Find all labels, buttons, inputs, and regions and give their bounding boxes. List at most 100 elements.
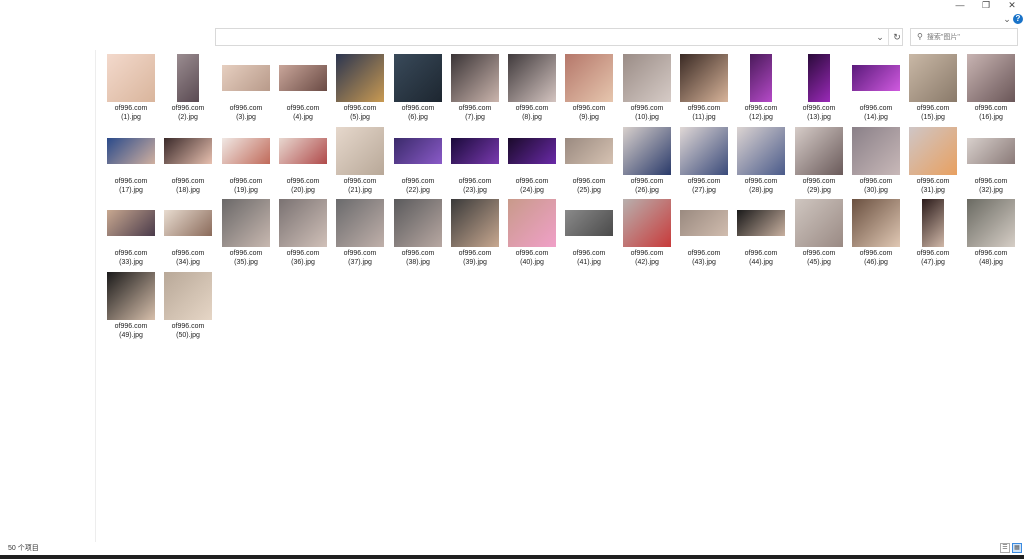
file-name-line: (36).jpg: [291, 259, 315, 266]
file-item[interactable]: of996.com (34).jpg: [159, 197, 217, 267]
file-item[interactable]: of996.com (29).jpg: [790, 125, 848, 195]
file-name: of996.com (7).jpg: [444, 104, 506, 122]
thumbnail-image: [623, 199, 671, 247]
file-name-line: (37).jpg: [348, 259, 372, 266]
file-item[interactable]: of996.com (6).jpg: [389, 52, 447, 122]
file-name-line: (12).jpg: [749, 114, 773, 121]
title-bar: — ❐ ✕: [0, 0, 1024, 12]
file-item[interactable]: of996.com (4).jpg: [274, 52, 332, 122]
file-item[interactable]: of996.com (27).jpg: [675, 125, 733, 195]
file-name-line: (7).jpg: [465, 114, 485, 121]
file-item[interactable]: of996.com (46).jpg: [847, 197, 905, 267]
file-item[interactable]: of996.com (7).jpg: [446, 52, 504, 122]
large-icons-view-button[interactable]: ▦: [1012, 543, 1022, 553]
file-item[interactable]: of996.com (32).jpg: [962, 125, 1020, 195]
file-item[interactable]: of996.com (8).jpg: [503, 52, 561, 122]
file-name-line: of996.com: [343, 178, 377, 185]
file-item[interactable]: of996.com (42).jpg: [618, 197, 676, 267]
file-thumbnail: [279, 127, 327, 175]
close-button[interactable]: ✕: [1000, 0, 1024, 12]
file-thumbnail: [508, 54, 556, 102]
file-item[interactable]: of996.com (50).jpg: [159, 270, 217, 340]
file-item[interactable]: of996.com (1).jpg: [102, 52, 160, 122]
file-name-line: of996.com: [343, 105, 377, 112]
search-input[interactable]: ⚲ 搜索"图片": [910, 28, 1018, 46]
minimize-button[interactable]: —: [948, 0, 972, 12]
file-name-line: of996.com: [916, 250, 950, 257]
file-name-line: (45).jpg: [807, 259, 831, 266]
file-item[interactable]: of996.com (15).jpg: [904, 52, 962, 122]
navigation-pane[interactable]: [0, 50, 96, 542]
file-item[interactable]: of996.com (44).jpg: [732, 197, 790, 267]
file-item[interactable]: of996.com (12).jpg: [732, 52, 790, 122]
thumbnail-image: [222, 65, 270, 91]
file-item[interactable]: of996.com (26).jpg: [618, 125, 676, 195]
file-item[interactable]: of996.com (38).jpg: [389, 197, 447, 267]
file-item[interactable]: of996.com (22).jpg: [389, 125, 447, 195]
file-item[interactable]: of996.com (9).jpg: [560, 52, 618, 122]
address-bar[interactable]: ⌄ ↻: [215, 28, 903, 46]
file-name: of996.com (48).jpg: [960, 249, 1022, 267]
file-item[interactable]: of996.com (30).jpg: [847, 125, 905, 195]
file-name: of996.com (8).jpg: [501, 104, 563, 122]
file-item[interactable]: of996.com (24).jpg: [503, 125, 561, 195]
file-name-line: (46).jpg: [864, 259, 888, 266]
file-name-line: (5).jpg: [350, 114, 370, 121]
file-item[interactable]: of996.com (17).jpg: [102, 125, 160, 195]
file-item[interactable]: of996.com (13).jpg: [790, 52, 848, 122]
file-item[interactable]: of996.com (5).jpg: [331, 52, 389, 122]
file-name: of996.com (18).jpg: [157, 177, 219, 195]
file-item[interactable]: of996.com (48).jpg: [962, 197, 1020, 267]
file-item[interactable]: of996.com (2).jpg: [159, 52, 217, 122]
file-name-line: of996.com: [229, 105, 263, 112]
file-item[interactable]: of996.com (25).jpg: [560, 125, 618, 195]
help-icon[interactable]: ?: [1013, 14, 1023, 24]
file-item[interactable]: of996.com (3).jpg: [217, 52, 275, 122]
file-name: of996.com (35).jpg: [215, 249, 277, 267]
file-item[interactable]: of996.com (16).jpg: [962, 52, 1020, 122]
file-item[interactable]: of996.com (28).jpg: [732, 125, 790, 195]
thumbnail-image: [565, 138, 613, 164]
file-name: of996.com (11).jpg: [673, 104, 735, 122]
file-item[interactable]: of996.com (31).jpg: [904, 125, 962, 195]
address-dropdown-icon[interactable]: ⌄: [872, 29, 888, 45]
file-item[interactable]: of996.com (18).jpg: [159, 125, 217, 195]
file-item[interactable]: of996.com (33).jpg: [102, 197, 160, 267]
thumbnail-image: [164, 138, 212, 164]
file-name: of996.com (14).jpg: [845, 104, 907, 122]
file-name: of996.com (15).jpg: [902, 104, 964, 122]
ribbon-expand-icon[interactable]: ⌄: [1002, 14, 1012, 24]
file-name: of996.com (45).jpg: [788, 249, 850, 267]
file-item[interactable]: of996.com (19).jpg: [217, 125, 275, 195]
file-item[interactable]: of996.com (45).jpg: [790, 197, 848, 267]
file-thumbnail: [222, 199, 270, 247]
file-item[interactable]: of996.com (47).jpg: [904, 197, 962, 267]
file-item[interactable]: of996.com (40).jpg: [503, 197, 561, 267]
file-item[interactable]: of996.com (49).jpg: [102, 270, 160, 340]
file-name-line: (44).jpg: [749, 259, 773, 266]
file-thumbnail: [394, 54, 442, 102]
file-item[interactable]: of996.com (35).jpg: [217, 197, 275, 267]
thumbnail-image: [852, 65, 900, 91]
file-item[interactable]: of996.com (39).jpg: [446, 197, 504, 267]
file-item[interactable]: of996.com (36).jpg: [274, 197, 332, 267]
thumbnail-image: [107, 210, 155, 236]
file-item[interactable]: of996.com (23).jpg: [446, 125, 504, 195]
file-item[interactable]: of996.com (10).jpg: [618, 52, 676, 122]
file-thumbnail: [909, 199, 957, 247]
file-item[interactable]: of996.com (43).jpg: [675, 197, 733, 267]
details-view-button[interactable]: ☰: [1000, 543, 1010, 553]
refresh-icon[interactable]: ↻: [888, 29, 905, 45]
file-item[interactable]: of996.com (11).jpg: [675, 52, 733, 122]
file-thumbnail: [680, 199, 728, 247]
file-item[interactable]: of996.com (14).jpg: [847, 52, 905, 122]
thumbnail-image: [967, 54, 1015, 102]
file-thumbnail: [508, 127, 556, 175]
file-item[interactable]: of996.com (20).jpg: [274, 125, 332, 195]
file-item[interactable]: of996.com (41).jpg: [560, 197, 618, 267]
file-item[interactable]: of996.com (37).jpg: [331, 197, 389, 267]
file-item[interactable]: of996.com (21).jpg: [331, 125, 389, 195]
file-name-line: (19).jpg: [234, 187, 258, 194]
maximize-button[interactable]: ❐: [974, 0, 998, 12]
file-name: of996.com (38).jpg: [387, 249, 449, 267]
